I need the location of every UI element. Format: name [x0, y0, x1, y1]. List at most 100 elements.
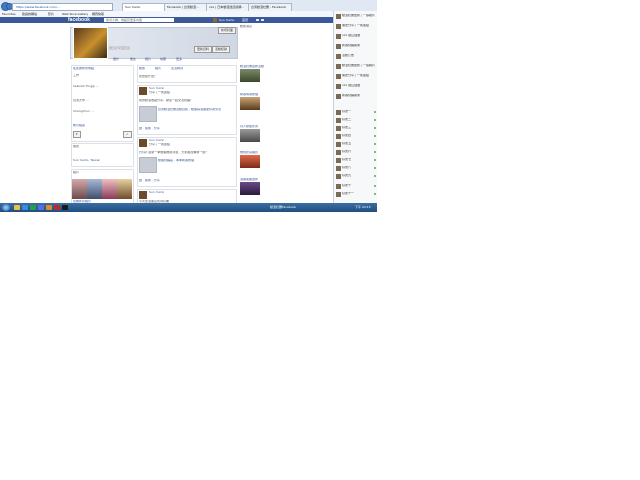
- friends-box: [71, 143, 134, 167]
- right-item-3[interactable]: 同人誌販售會: [240, 125, 258, 128]
- ie-icon[interactable]: [22, 205, 28, 210]
- update-info-button[interactable]: 更新資料: [194, 46, 213, 53]
- post-3-avatar[interactable]: [139, 191, 147, 199]
- composer-event[interactable]: 生活時刻: [171, 67, 183, 70]
- taskbar-item-2[interactable]: Facebook: [282, 205, 296, 210]
- friend-requests-icon[interactable]: [256, 19, 259, 21]
- chat-friend[interactable]: 好友一: [336, 110, 376, 115]
- ticker-item[interactable]: xxx 說這個讚: [336, 34, 376, 39]
- right-image-5[interactable]: [240, 182, 260, 195]
- photo-thumb-3[interactable]: [102, 179, 117, 199]
- right-image-4[interactable]: [240, 155, 260, 168]
- profile-name[interactable]: Sun Yusho: [109, 45, 130, 50]
- home-link[interactable]: 首頁: [242, 18, 248, 22]
- profile-picture[interactable]: [73, 27, 108, 59]
- address-bar[interactable]: https://www.facebook.com/...: [12, 3, 113, 11]
- app-icon-3[interactable]: [62, 205, 68, 210]
- right-image-3[interactable]: [240, 129, 260, 142]
- favorite-video[interactable]: 影片: [48, 12, 54, 16]
- composer-input[interactable]: 在想些什麼？: [139, 75, 157, 78]
- chat-friend[interactable]: 好友五: [336, 142, 376, 147]
- edu-title[interactable]: 教育程度: [73, 124, 85, 127]
- right-image-2[interactable]: [240, 97, 260, 110]
- right-item-2[interactable]: 新番情報整理: [240, 93, 258, 96]
- user-avatar-icon[interactable]: [213, 18, 217, 22]
- facebook-search-input[interactable]: 搜尋人物、地點及更多內容: [104, 18, 174, 22]
- chat-sidebar: 動漫社團更新了一張相片 朋友分享了一則連結 xxx 說這個讚 新番討論留言 活動…: [333, 11, 377, 203]
- composer-box: [137, 65, 237, 83]
- composer-photo[interactable]: 相片: [155, 67, 161, 70]
- media-icon[interactable]: [30, 205, 36, 210]
- post-1-link-title[interactable]: 台灣動漫社團活動資訊 - 動畫與漫畫愛好者交流: [158, 108, 232, 111]
- add-cover-button[interactable]: 新增封面: [218, 27, 237, 34]
- ticker-item[interactable]: 新番討論留言: [336, 44, 376, 49]
- post-1-author[interactable]: Sun Yusho: [149, 87, 164, 90]
- chat-friend[interactable]: 好友二: [336, 118, 376, 123]
- post-2-author[interactable]: Sun Yusho: [149, 139, 164, 142]
- tab-more[interactable]: 更多: [176, 57, 182, 61]
- favorite-cache[interactable]: 網頁快取: [92, 12, 104, 16]
- post-1-avatar[interactable]: [139, 87, 147, 95]
- edu-line-2: 台灣大學 ...: [73, 99, 89, 102]
- right-item-5[interactable]: 漫畫連載更新: [240, 178, 258, 181]
- favorites-button[interactable]: Favorites: [2, 12, 16, 16]
- post-1-actions[interactable]: 讚 · 留言 · 分享: [139, 127, 160, 130]
- ticker-item[interactable]: 朋友分享了一則連結: [336, 24, 376, 29]
- ticker-item[interactable]: 活動公告: [336, 54, 376, 59]
- tab-anime-site[interactable]: xxx | 日本動漫迷資訊網...: [206, 3, 250, 11]
- post-2-link-title[interactable]: 動畫討論區 - 本季新番整理: [158, 159, 232, 162]
- tab-friends[interactable]: 朋友: [130, 57, 136, 61]
- post-1-meta: 分享了一則連結: [149, 91, 171, 94]
- photo-thumb-1[interactable]: [72, 179, 87, 199]
- ticker-item[interactable]: 朋友分享了一則連結: [336, 74, 376, 79]
- chat-friend[interactable]: 好友十一: [336, 192, 376, 197]
- activity-log-button[interactable]: 活動紀錄: [212, 46, 231, 53]
- save-button[interactable]: ✓: [123, 131, 132, 138]
- friends-dropdown[interactable]: ▾: [73, 131, 81, 138]
- tab-sun-yusho[interactable]: Sun Yusho: [122, 3, 166, 11]
- right-item-1[interactable]: 動漫社團最新活動: [240, 65, 264, 68]
- composer-status[interactable]: 動態: [139, 67, 145, 70]
- post-1-text: 我的動漫收藏分享，歡迎一起交流討論！: [139, 99, 194, 102]
- post-3-author[interactable]: Sun Yusho: [149, 191, 164, 194]
- chat-friend[interactable]: 好友八: [336, 166, 376, 171]
- post-1-link-thumb[interactable]: [139, 106, 157, 122]
- chat-friend[interactable]: 好友六: [336, 150, 376, 155]
- tab-about[interactable]: 關於: [113, 57, 119, 61]
- chat-friend[interactable]: 好友四: [336, 134, 376, 139]
- post-2-link-thumb[interactable]: [139, 157, 157, 173]
- about-add-place[interactable]: 在此處新增地點: [73, 67, 94, 70]
- ticker-item[interactable]: 動漫社團更新了一張相片: [336, 14, 376, 19]
- chat-friend[interactable]: 好友九: [336, 174, 376, 179]
- right-item-4[interactable]: 角色扮演攝影: [240, 151, 258, 154]
- favorite-suggested[interactable]: 建議的網站: [22, 12, 37, 16]
- explorer-icon[interactable]: [14, 205, 20, 210]
- tab-anime-group[interactable]: 台灣動漫社團 - Facebook: [248, 3, 292, 11]
- profile-link[interactable]: Sun Yusho: [219, 18, 234, 22]
- tab-map[interactable]: 地圖: [160, 57, 166, 61]
- right-image-1[interactable]: [240, 69, 260, 82]
- tab-photos[interactable]: 相片: [145, 57, 151, 61]
- right-header: 動態消息: [240, 25, 253, 28]
- chat-friend[interactable]: 好友三: [336, 126, 376, 131]
- favorite-webslice[interactable]: Web Slice Gallery: [62, 12, 88, 16]
- messenger-icon[interactable]: [38, 205, 44, 210]
- app-icon[interactable]: [46, 205, 52, 210]
- chat-friend[interactable]: 好友七: [336, 158, 376, 163]
- taskbar-item-1[interactable]: 動漫社團: [270, 205, 282, 210]
- tab-facebook-group[interactable]: Facebook | 台灣動漫...: [164, 3, 208, 11]
- edu-line-1: Sekolah Tinggi ...: [73, 85, 99, 88]
- ticker-item[interactable]: 動漫社團更新了一張相片: [336, 64, 376, 69]
- photos-title: 相片: [73, 171, 80, 174]
- start-button[interactable]: [2, 204, 10, 211]
- ticker-item[interactable]: xxx 說這個讚: [336, 84, 376, 89]
- messages-icon[interactable]: [261, 19, 264, 21]
- chat-friend[interactable]: 好友十: [336, 184, 376, 189]
- photo-thumb-4[interactable]: [117, 179, 132, 199]
- friends-line[interactable]: Sun Yusho, Taiwan: [73, 159, 100, 162]
- ticker-item[interactable]: 新番討論留言: [336, 94, 376, 99]
- app-icon-2[interactable]: [54, 205, 60, 210]
- photo-thumb-2[interactable]: [87, 179, 102, 199]
- post-2-actions[interactable]: 讚 · 留言 · 分享: [139, 179, 160, 182]
- post-2-avatar[interactable]: [139, 139, 147, 147]
